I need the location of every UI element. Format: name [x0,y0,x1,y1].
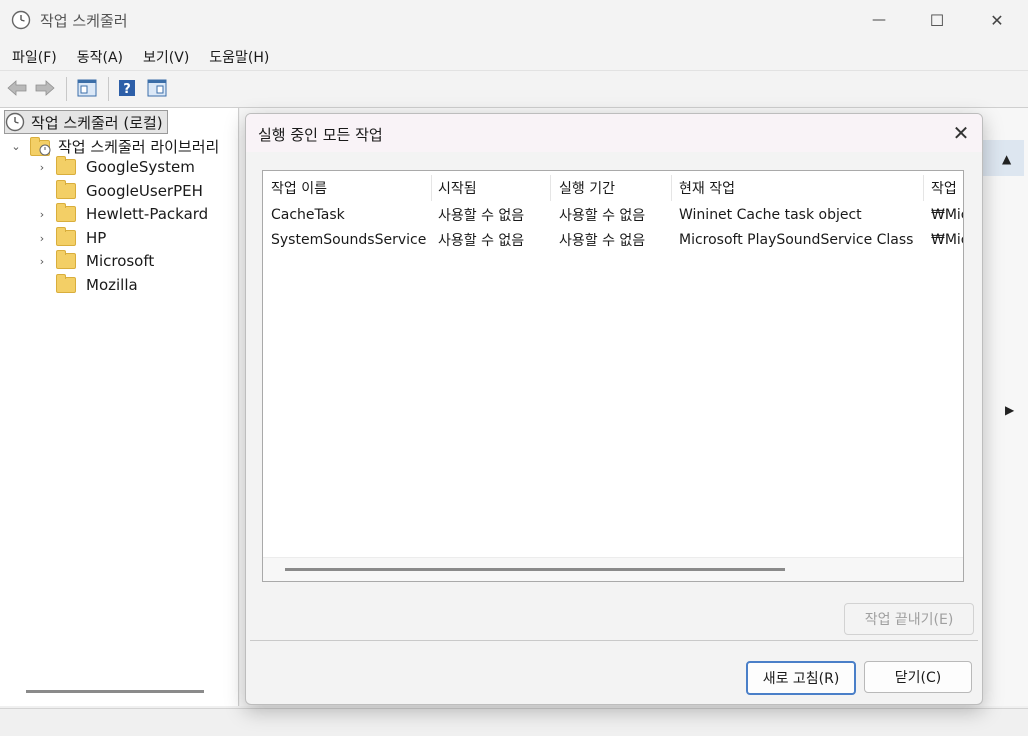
menu-view[interactable]: 보기(V) [135,40,197,70]
folder-icon [56,227,76,246]
refresh-button[interactable]: 새로 고침(R) [746,661,856,695]
dialog-title: 실행 중인 모든 작업 [258,126,383,144]
tree-item-label: HP [86,229,107,247]
clock-icon [11,10,31,30]
cell-task-path: ₩Mic [931,232,963,248]
tree-item-label: Hewlett-Packard [86,205,209,223]
menu-action[interactable]: 동작(A) [69,40,131,70]
tree-item-label: Microsoft [86,252,155,270]
close-icon: ✕ [990,10,1004,30]
window-title: 작업 스케줄러 [40,12,128,30]
cell-current-action: Microsoft PlaySoundService Class [679,232,914,248]
pane-left-icon [77,79,97,97]
chevron-right-icon[interactable]: › [36,161,48,174]
help-icon: ? [119,80,135,97]
cell-duration: 사용할 수 없음 [559,208,646,224]
close-window-button[interactable]: ✕ [974,0,1020,40]
collapse-up-icon[interactable]: ▲ [1002,152,1011,166]
folder-icon [56,180,76,199]
tree-item-folder[interactable]: GoogleUserPEH [36,180,203,202]
tree-item-folder[interactable]: › Microsoft [36,250,154,272]
menu-help[interactable]: 도움말(H) [201,40,277,70]
close-icon: ✕ [952,121,970,145]
forward-arrow-icon [35,80,55,96]
back-button[interactable] [6,77,28,99]
cell-current-action: Wininet Cache task object [679,207,862,223]
show-hide-action-pane-button[interactable] [146,77,168,99]
tree-root-label: 작업 스케줄러 (로컬) [31,113,163,132]
maximize-icon: ☐ [929,10,945,30]
menu-bar: 파일(F) 동작(A) 보기(V) 도움말(H) [0,40,1028,70]
column-header-task-name[interactable]: 작업 이름 [263,175,432,201]
chevron-down-icon[interactable]: ⌄ [10,140,22,153]
back-arrow-icon [7,80,27,96]
menu-file[interactable]: 파일(F) [4,40,65,70]
cell-started: 사용할 수 없음 [438,233,525,249]
tree-horizontal-scrollbar[interactable] [26,690,204,693]
minimize-icon: — [872,12,886,28]
folder-icon [56,274,76,293]
chevron-right-icon[interactable]: › [36,232,48,245]
close-dialog-button[interactable]: 닫기(C) [864,661,972,693]
forward-button[interactable] [34,77,56,99]
cell-duration: 사용할 수 없음 [559,233,646,249]
clock-icon [5,112,25,132]
tree-item-folder[interactable]: › GoogleSystem [36,156,195,178]
folder-icon [56,203,76,222]
tree-item-label: GoogleSystem [86,158,195,176]
end-task-button[interactable]: 작업 끝내기(E) [844,603,974,635]
cell-task-name: CacheTask [271,207,345,223]
list-horizontal-scrollbar[interactable] [285,568,785,571]
cell-task-path: ₩Mic [931,207,963,223]
cell-started: 사용할 수 없음 [438,208,525,224]
minimize-button[interactable]: — [856,0,902,40]
column-header-duration[interactable]: 실행 기간 [551,175,672,201]
tree-item-label: GoogleUserPEH [86,182,203,200]
tree-item-folder[interactable]: › HP [36,227,106,249]
navigation-tree: 작업 스케줄러 (로컬) ⌄ 작업 스케줄러 라이브러리 › GoogleSys… [0,108,239,706]
library-folder-icon [30,137,52,156]
tree-item-folder[interactable]: Mozilla [36,274,138,296]
tree-item-library[interactable]: ⌄ 작업 스케줄러 라이브러리 [10,135,219,157]
tree-item-label: 작업 스케줄러 라이브러리 [58,137,220,156]
chevron-right-icon[interactable]: › [36,208,48,221]
column-header-task-path[interactable]: 작업 [923,175,963,201]
running-tasks-dialog: 실행 중인 모든 작업 ✕ 작업 이름 시작됨 실행 기간 현재 작업 작업 C… [245,113,983,705]
pane-right-icon [147,79,167,97]
folder-icon [56,250,76,269]
submenu-arrow-icon[interactable]: ▶ [1005,403,1014,417]
tree-root-item[interactable]: 작업 스케줄러 (로컬) [4,110,168,134]
tree-item-folder[interactable]: › Hewlett-Packard [36,203,208,225]
dialog-divider [250,640,978,641]
maximize-button[interactable]: ☐ [914,0,960,40]
toolbar-separator [66,77,67,101]
chevron-right-icon[interactable]: › [36,255,48,268]
tree-item-label: Mozilla [86,276,138,294]
toolbar: ? [0,70,1028,108]
help-button[interactable]: ? [116,77,138,99]
show-hide-tree-button[interactable] [76,77,98,99]
toolbar-separator [108,77,109,101]
running-tasks-list[interactable]: 작업 이름 시작됨 실행 기간 현재 작업 작업 CacheTask 사용할 수… [262,170,964,582]
status-bar [0,708,1028,736]
dialog-close-button[interactable]: ✕ [946,118,976,148]
column-header-current-action[interactable]: 현재 작업 [671,175,924,201]
column-header-started[interactable]: 시작됨 [430,175,551,201]
cell-task-name: SystemSoundsService [271,232,427,248]
svg-text:?: ? [123,82,131,97]
folder-icon [56,156,76,175]
